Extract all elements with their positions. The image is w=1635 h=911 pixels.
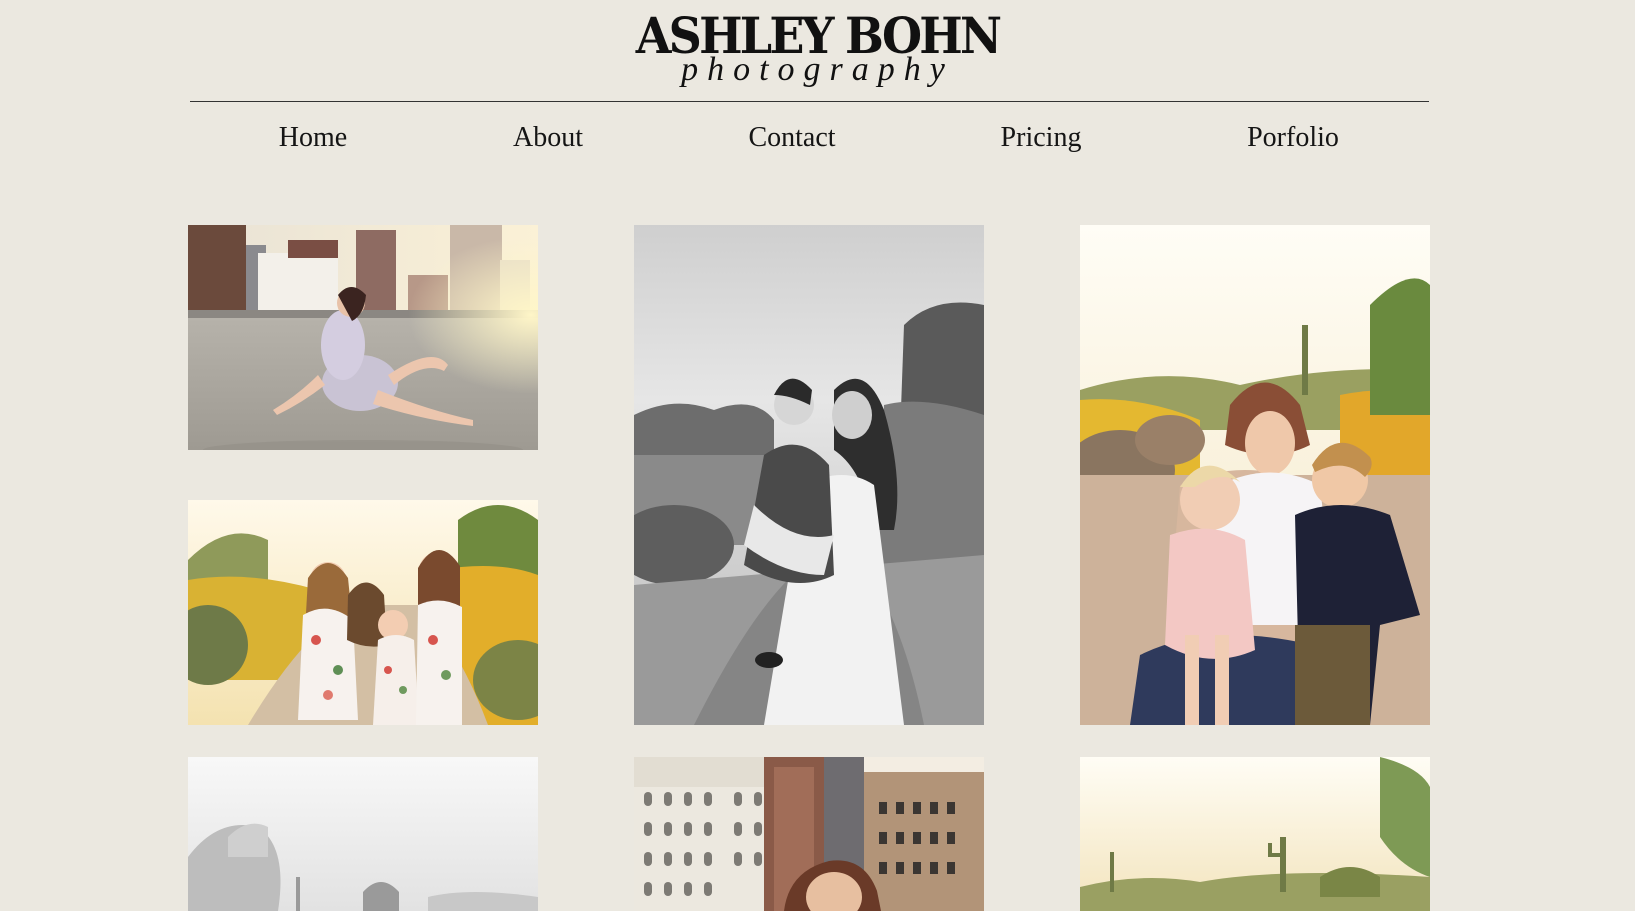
- header-divider: [190, 101, 1429, 102]
- main-nav: Home About Contact Pricing Porfolio: [0, 116, 1635, 160]
- nav-about[interactable]: About: [513, 116, 583, 160]
- gallery-photo-rooftop-woman[interactable]: [188, 225, 538, 450]
- site-logo[interactable]: ASHLEY BOHN photography: [0, 6, 1635, 102]
- nav-pricing[interactable]: Pricing: [1001, 116, 1082, 160]
- nav-contact[interactable]: Contact: [748, 116, 835, 160]
- nav-portfolio[interactable]: Porfolio: [1247, 116, 1339, 160]
- gallery-photo-mother-three-daughters[interactable]: [188, 500, 538, 725]
- gallery-photo-mother-two-kids[interactable]: [1080, 225, 1430, 725]
- logo-tagline: photography: [681, 51, 954, 88]
- gallery-photo-desert-landscape[interactable]: [1080, 757, 1430, 911]
- gallery-photo-desert-woman-bw[interactable]: [188, 757, 538, 911]
- gallery-photo-city-portrait[interactable]: [634, 757, 984, 911]
- nav-home[interactable]: Home: [279, 116, 347, 160]
- page: ASHLEY BOHN photography Home About Conta…: [0, 0, 1635, 911]
- gallery-photo-mother-daughter-bw[interactable]: [634, 225, 984, 725]
